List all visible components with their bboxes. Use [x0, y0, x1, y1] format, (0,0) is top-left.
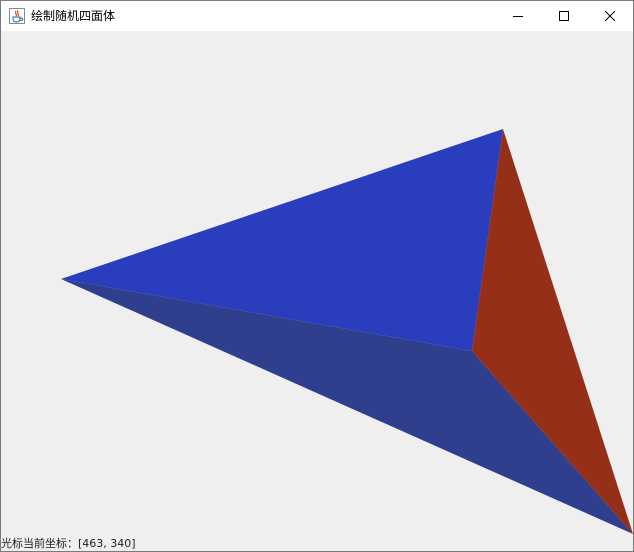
close-button[interactable] [587, 1, 633, 31]
cursor-coordinate-status: 光标当前坐标：[463, 340] [1, 537, 136, 550]
tetrahedron-drawing [61, 129, 633, 534]
minimize-button[interactable] [495, 1, 541, 31]
title-bar[interactable]: 绘制随机四面体 [1, 1, 633, 31]
drawing-canvas[interactable]: 光标当前坐标：[463, 340] [1, 31, 633, 551]
window-title: 绘制随机四面体 [31, 9, 116, 23]
minimize-icon [513, 16, 523, 17]
maximize-icon [559, 11, 569, 21]
app-window: 绘制随机四面体 光标当前坐标：[463, 340] [0, 0, 634, 552]
tetrahedron-top-face [61, 129, 503, 351]
java-cup-icon [9, 8, 25, 24]
maximize-button[interactable] [541, 1, 587, 31]
close-icon [605, 11, 615, 21]
